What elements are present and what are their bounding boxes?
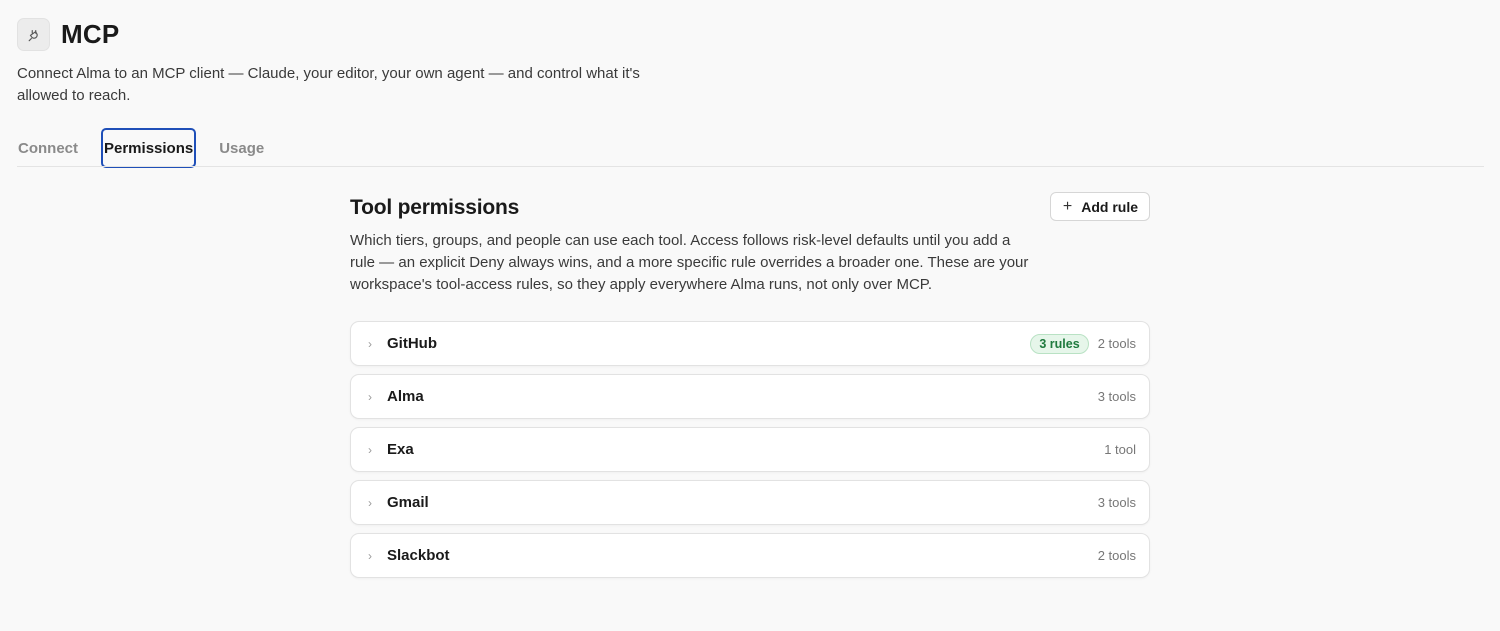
tool-list: › GitHub 3 rules 2 tools › Alma 3 tools …	[350, 321, 1150, 578]
mcp-page: MCP Connect Alma to an MCP client — Clau…	[0, 0, 1500, 631]
tool-name: Gmail	[387, 494, 429, 511]
section-title: Tool permissions	[350, 196, 520, 219]
tool-permissions-section: Tool permissions + Add rule Which tiers,…	[350, 192, 1150, 578]
chevron-right-icon: ›	[368, 548, 372, 563]
page-header: MCP	[17, 18, 119, 51]
chevron-right-icon: ›	[368, 442, 372, 457]
tool-row-gmail[interactable]: › Gmail 3 tools	[350, 480, 1150, 525]
tab-divider	[17, 166, 1484, 167]
tool-count: 2 tools	[1097, 336, 1136, 351]
tool-row-exa[interactable]: › Exa 1 tool	[350, 427, 1150, 472]
tab-bar: Connect Permissions Usage	[17, 128, 265, 168]
page-title: MCP	[61, 19, 120, 49]
page-subtitle: Connect Alma to an MCP client — Claude, …	[17, 65, 640, 104]
tool-count: 2 tools	[1097, 548, 1136, 563]
tool-name: Slackbot	[387, 547, 450, 564]
tool-name: Alma	[387, 388, 424, 405]
tab-permissions[interactable]: Permissions	[100, 128, 197, 168]
add-rule-label: Add rule	[1081, 198, 1138, 215]
add-rule-button[interactable]: + Add rule	[1049, 192, 1150, 221]
tool-count: 3 tools	[1097, 495, 1136, 510]
chevron-right-icon: ›	[368, 336, 372, 351]
plug-icon	[17, 18, 50, 51]
tool-count: 1 tool	[1104, 442, 1136, 457]
section-description: Which tiers, groups, and people can use …	[350, 232, 1029, 293]
chevron-right-icon: ›	[368, 389, 372, 404]
tool-name: GitHub	[387, 335, 437, 352]
tool-row-slackbot[interactable]: › Slackbot 2 tools	[350, 533, 1150, 578]
tool-row-alma[interactable]: › Alma 3 tools	[350, 374, 1150, 419]
chevron-right-icon: ›	[368, 495, 372, 510]
tab-connect[interactable]: Connect	[17, 130, 79, 166]
tool-count: 3 tools	[1097, 389, 1136, 404]
plus-icon: +	[1062, 197, 1073, 215]
tool-name: Exa	[387, 441, 414, 458]
tab-usage[interactable]: Usage	[218, 130, 265, 166]
rules-badge: 3 rules	[1030, 333, 1089, 354]
tool-row-github[interactable]: › GitHub 3 rules 2 tools	[350, 321, 1150, 366]
